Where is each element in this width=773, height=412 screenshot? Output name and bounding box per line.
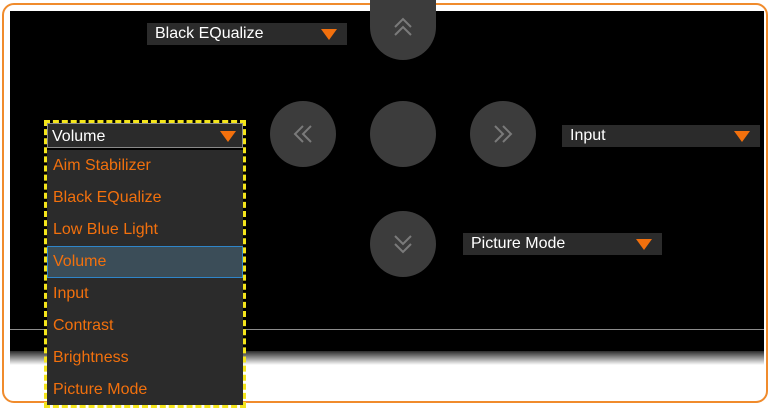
- option-volume[interactable]: Volume: [47, 246, 243, 278]
- option-aim-stabilizer[interactable]: Aim Stabilizer: [47, 150, 243, 182]
- left-nav-button[interactable]: [270, 101, 336, 167]
- up-shortcut-value: Black EQualize: [155, 25, 264, 42]
- center-nav-button[interactable]: [370, 101, 436, 167]
- dropdown-arrow-icon: [636, 239, 652, 250]
- option-contrast[interactable]: Contrast: [47, 310, 243, 342]
- option-black-equalize[interactable]: Black EQualize: [47, 182, 243, 214]
- dropdown-arrow-icon: [220, 131, 236, 142]
- right-shortcut-dropdown[interactable]: Input: [562, 125, 760, 147]
- double-chevron-right-icon: [494, 125, 513, 143]
- left-shortcut-options-list: Aim Stabilizer Black EQualize Low Blue L…: [47, 150, 243, 405]
- down-shortcut-value: Picture Mode: [471, 235, 566, 252]
- double-chevron-down-icon: [394, 235, 412, 254]
- option-picture-mode[interactable]: Picture Mode: [47, 374, 243, 405]
- option-input[interactable]: Input: [47, 278, 243, 310]
- option-brightness[interactable]: Brightness: [47, 342, 243, 374]
- right-shortcut-value: Input: [570, 127, 606, 144]
- dropdown-arrow-icon: [321, 29, 337, 40]
- left-shortcut-dropdown[interactable]: Volume: [47, 123, 243, 148]
- up-shortcut-dropdown[interactable]: Black EQualize: [147, 23, 347, 45]
- down-shortcut-dropdown[interactable]: Picture Mode: [463, 233, 662, 255]
- double-chevron-left-icon: [293, 125, 312, 143]
- left-shortcut-value: Volume: [52, 128, 106, 145]
- right-nav-button[interactable]: [470, 101, 536, 167]
- double-chevron-up-icon: [394, 17, 412, 36]
- dropdown-arrow-icon: [734, 131, 750, 142]
- option-low-blue-light[interactable]: Low Blue Light: [47, 214, 243, 246]
- down-nav-button[interactable]: [370, 211, 436, 277]
